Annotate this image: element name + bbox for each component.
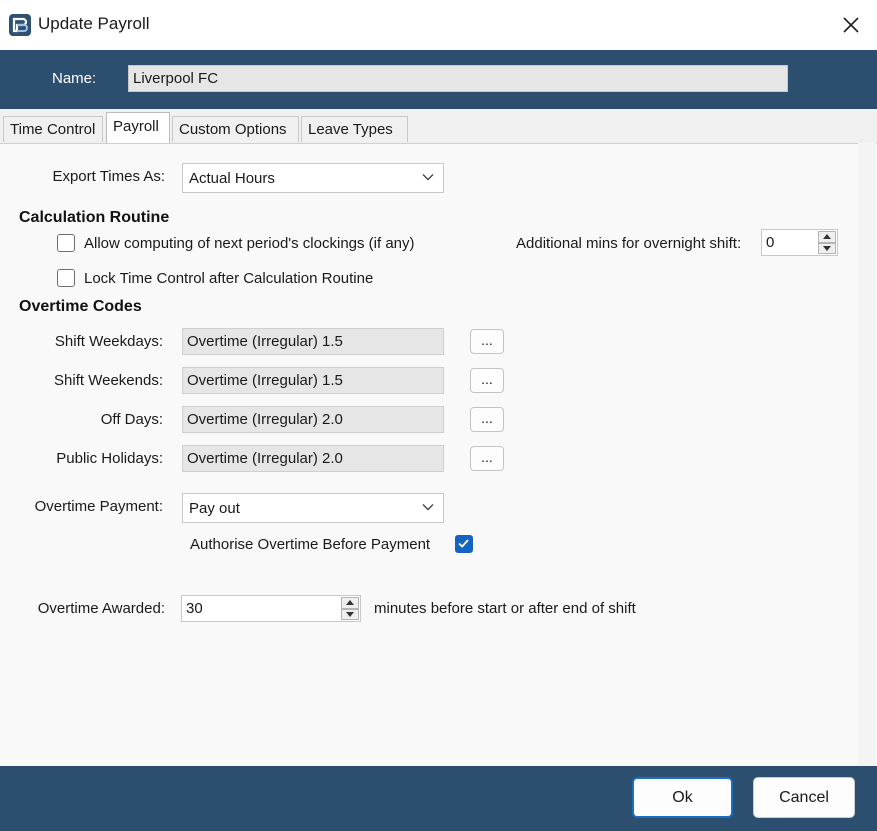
overtime-awarded-stepper[interactable]: 30 [181, 595, 361, 622]
public-holidays-browse-button[interactable]: ... [470, 446, 504, 471]
tab-time-control[interactable]: Time Control [3, 116, 103, 142]
arrow-up-icon [346, 600, 354, 606]
shift-weekdays-browse-button[interactable]: ... [470, 329, 504, 354]
authorise-overtime-checkbox[interactable] [455, 535, 473, 553]
authorise-overtime-label: Authorise Overtime Before Payment [190, 536, 431, 553]
allow-computing-checkbox[interactable] [57, 234, 75, 252]
spin-down-button[interactable] [818, 242, 836, 254]
arrow-down-icon [346, 611, 354, 617]
arrow-up-icon [823, 234, 831, 240]
overtime-awarded-label: Overtime Awarded: [37, 600, 165, 617]
tab-payroll[interactable]: Payroll [106, 112, 170, 144]
shift-weekdays-field: Overtime (Irregular) 1.5 [182, 328, 444, 355]
shift-weekends-label: Shift Weekends: [54, 372, 163, 389]
public-holidays-label: Public Holidays: [56, 450, 163, 467]
export-times-label: Export Times As: [52, 168, 165, 185]
arrow-down-icon [823, 245, 831, 251]
export-times-select[interactable]: Actual Hours [182, 163, 444, 193]
additional-mins-label: Additional mins for overnight shift: [516, 235, 742, 252]
name-label: Name: [52, 70, 97, 87]
name-field[interactable]: Liverpool FC [128, 65, 788, 92]
overtime-payment-select[interactable]: Pay out [182, 493, 444, 523]
close-button[interactable] [832, 6, 870, 44]
export-times-value: Actual Hours [189, 170, 275, 187]
overtime-codes-heading: Overtime Codes [19, 298, 142, 315]
tab-custom-options[interactable]: Custom Options [172, 116, 299, 142]
overtime-awarded-suffix: minutes before start or after end of shi… [374, 600, 636, 617]
spin-down-button[interactable] [341, 608, 359, 620]
off-days-field: Overtime (Irregular) 2.0 [182, 406, 444, 433]
public-holidays-field: Overtime (Irregular) 2.0 [182, 445, 444, 472]
close-icon [843, 17, 859, 33]
overtime-payment-value: Pay out [189, 500, 240, 517]
overtime-payment-label: Overtime Payment: [34, 498, 163, 515]
off-days-browse-button[interactable]: ... [470, 407, 504, 432]
vertical-scrollbar[interactable] [858, 143, 876, 766]
lock-time-control-checkbox[interactable] [57, 269, 75, 287]
app-logo-icon [9, 14, 31, 36]
cancel-button[interactable]: Cancel [753, 777, 855, 818]
window-title: Update Payroll [38, 14, 150, 33]
allow-computing-label: Allow computing of next period's clockin… [84, 235, 415, 252]
additional-mins-value: 0 [766, 234, 775, 251]
calculation-routine-heading: Calculation Routine [19, 209, 170, 226]
ok-button[interactable]: Ok [632, 777, 733, 818]
tab-leave-types[interactable]: Leave Types [301, 116, 408, 142]
shift-weekends-browse-button[interactable]: ... [470, 368, 504, 393]
shift-weekdays-label: Shift Weekdays: [54, 333, 163, 350]
chevron-down-icon [422, 504, 434, 511]
chevron-down-icon [422, 174, 434, 181]
checkmark-icon [458, 539, 469, 548]
off-days-label: Off Days: [100, 411, 163, 428]
overtime-awarded-value: 30 [186, 600, 203, 617]
footer-band [0, 766, 877, 831]
lock-time-control-label: Lock Time Control after Calculation Rout… [84, 270, 374, 287]
spin-up-button[interactable] [818, 231, 836, 243]
shift-weekends-field: Overtime (Irregular) 1.5 [182, 367, 444, 394]
spin-up-button[interactable] [341, 597, 359, 609]
additional-mins-stepper[interactable]: 0 [761, 229, 838, 256]
